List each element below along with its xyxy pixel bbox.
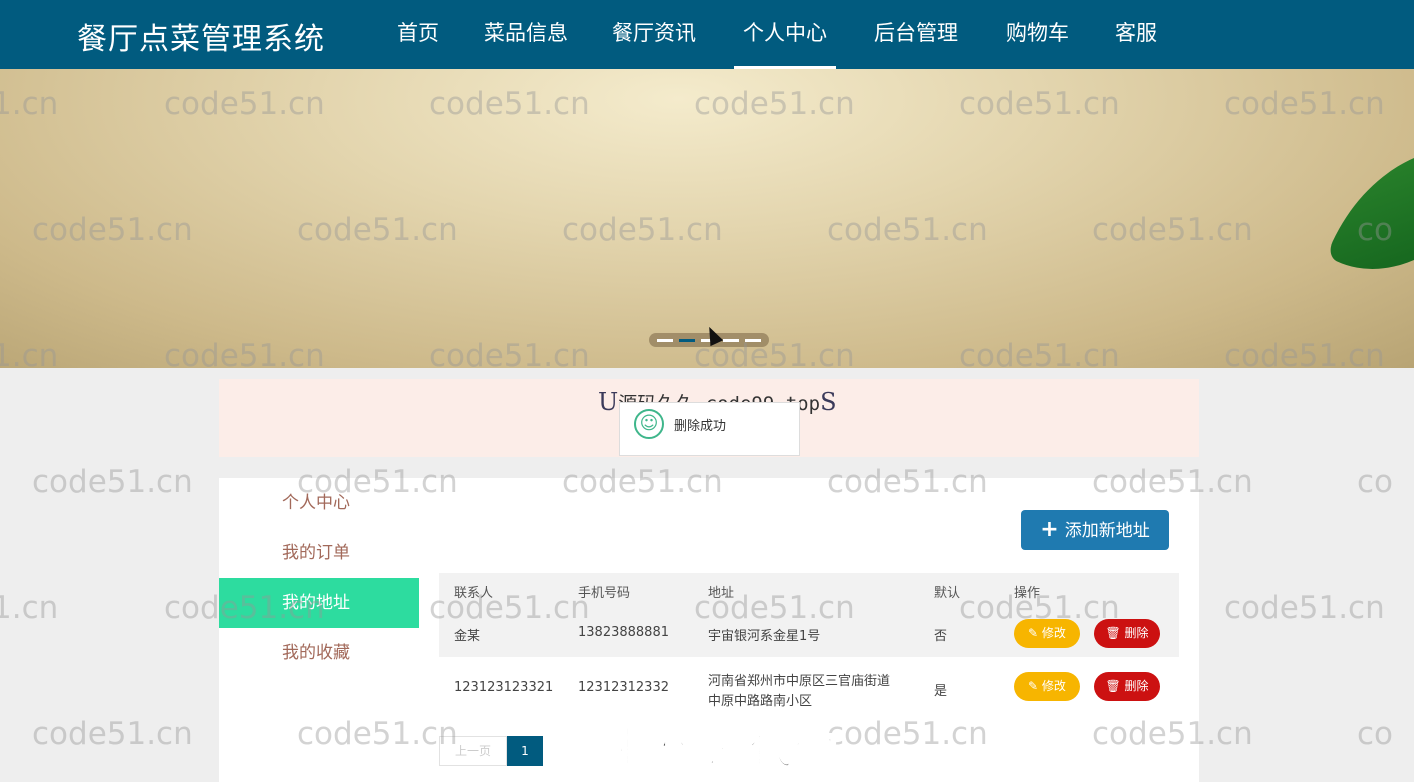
nav-cart[interactable]: 购物车: [997, 0, 1078, 69]
delete-button[interactable]: 🗑 删除: [1094, 619, 1160, 648]
watermark: co: [1357, 716, 1394, 752]
watermark: co: [1357, 464, 1394, 500]
col-default: 默认: [934, 586, 961, 601]
toast-text: 删除成功: [674, 419, 727, 434]
toast-message: ☺ 删除成功: [619, 402, 800, 456]
col-actions: 操作: [1014, 586, 1041, 601]
promo-watermark: 专业毕设代做: [564, 722, 841, 775]
edit-label: 修改: [1041, 626, 1066, 640]
carousel-dot-active[interactable]: [679, 338, 695, 342]
carousel-dot[interactable]: [723, 338, 739, 342]
edit-button[interactable]: ✎ 修改: [1014, 672, 1080, 701]
nav-admin[interactable]: 后台管理: [865, 0, 967, 69]
site-title: 餐厅点菜管理系统: [77, 22, 325, 57]
notice-letter-right: S: [820, 388, 837, 416]
col-phone: 手机号码: [578, 586, 631, 601]
nav-home[interactable]: 首页: [388, 0, 448, 69]
table-header-row: 联系人 手机号码 地址 默认 操作 金某 13823888881 宇宙银河系金星…: [439, 573, 1179, 657]
delete-label: 删除: [1124, 679, 1149, 693]
cell-address-line2: 中原中路路南小区: [708, 694, 813, 709]
watermark: code51.cn: [32, 716, 193, 752]
watermark: 1.cn: [0, 590, 59, 626]
carousel-dot[interactable]: [657, 338, 673, 342]
sidebar-item-addresses[interactable]: 我的地址: [219, 578, 419, 628]
watermark: code51.cn: [32, 464, 193, 500]
plus-icon: +: [1040, 517, 1059, 542]
add-address-button[interactable]: + 添加新地址: [1021, 510, 1169, 550]
nav-news[interactable]: 餐厅资讯: [603, 0, 705, 69]
nav-personal-center[interactable]: 个人中心: [734, 0, 836, 69]
sidebar-item-favorites[interactable]: 我的收藏: [219, 628, 419, 678]
banner-carousel: [0, 69, 1414, 368]
notice-letter-left: U: [598, 388, 619, 416]
top-navbar: 餐厅点菜管理系统 首页 菜品信息 餐厅资讯 个人中心 后台管理 购物车 客服: [0, 0, 1414, 69]
cell-address-line1: 河南省郑州市中原区三官庙街道: [708, 674, 891, 689]
add-address-label: 添加新地址: [1064, 521, 1150, 541]
page-number-current[interactable]: 1: [507, 736, 543, 766]
delete-button[interactable]: 🗑 删除: [1094, 672, 1160, 701]
prev-page-button[interactable]: 上一页: [439, 736, 507, 766]
cell-contact: 金某: [454, 629, 481, 644]
nav-dishes[interactable]: 菜品信息: [475, 0, 577, 69]
cell-phone: 12312312332: [578, 680, 669, 695]
sidebar-item-personal-center[interactable]: 个人中心: [219, 478, 419, 528]
carousel-dot[interactable]: [745, 338, 761, 342]
leaf-decoration: [1325, 111, 1414, 307]
cell-contact: 123123123321: [454, 680, 554, 695]
edit-label: 修改: [1041, 679, 1066, 693]
nav-service[interactable]: 客服: [1106, 0, 1166, 69]
col-contact: 联系人: [454, 586, 494, 601]
cell-address: 宇宙银河系金星1号: [708, 629, 821, 644]
sidebar-item-orders[interactable]: 我的订单: [219, 528, 419, 578]
delete-label: 删除: [1124, 626, 1149, 640]
col-address: 地址: [708, 586, 735, 601]
edit-button[interactable]: ✎ 修改: [1014, 619, 1080, 648]
watermark: code51.cn: [1224, 590, 1385, 626]
cell-default: 是: [934, 684, 948, 699]
smile-icon: ☺: [634, 409, 664, 439]
cell-phone: 13823888881: [578, 625, 669, 640]
cell-default: 否: [934, 629, 948, 644]
